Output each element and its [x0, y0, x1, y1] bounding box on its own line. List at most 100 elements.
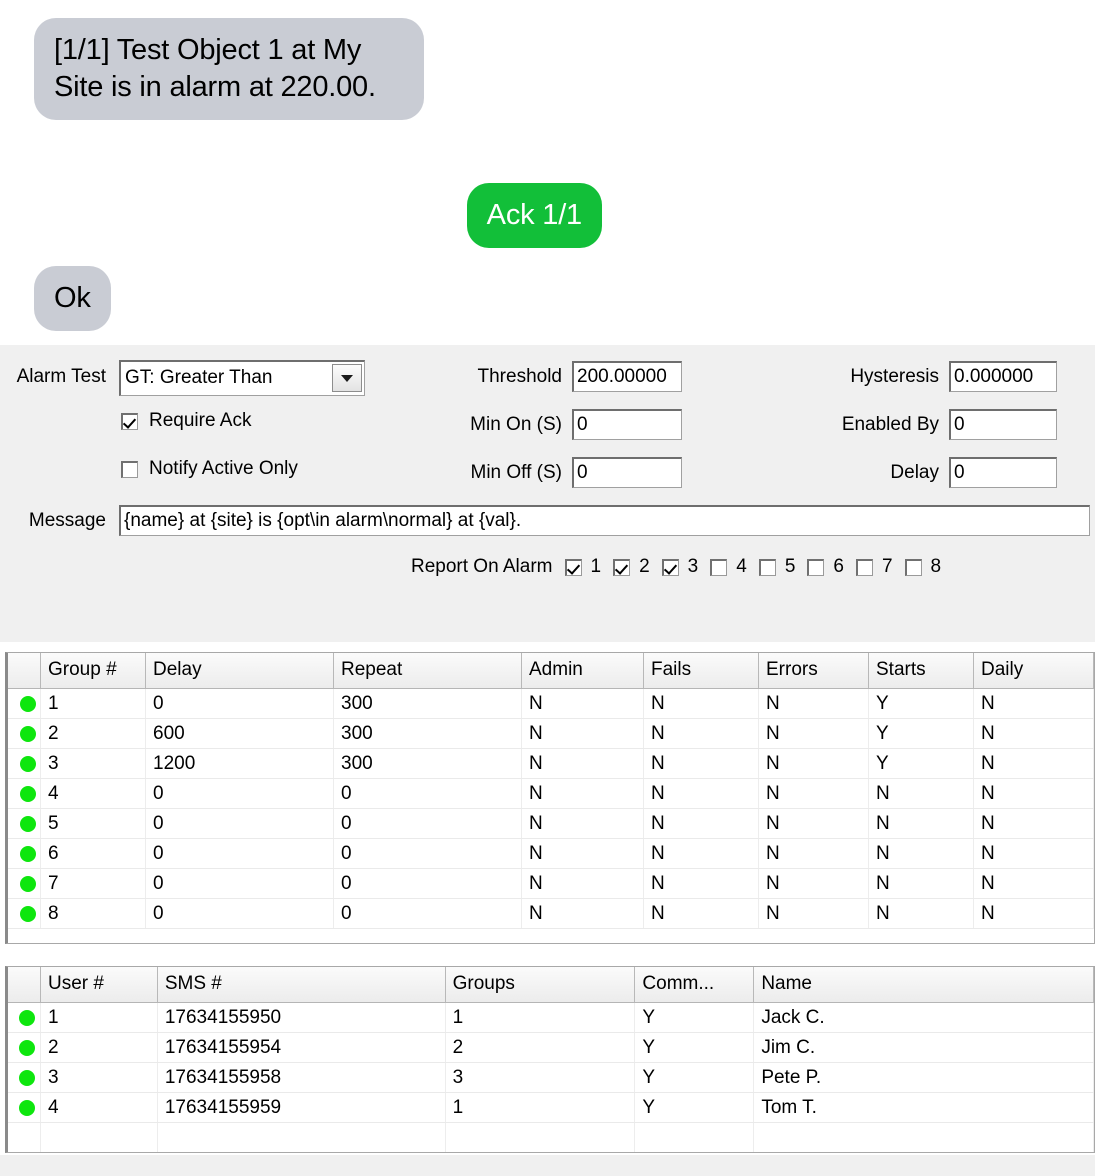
groups-table-row[interactable]: 800NNNNN: [8, 899, 1094, 929]
users-table-row[interactable]: 1 17634155950 1 Y Jack C.: [8, 1003, 1094, 1033]
row-status-cell: [8, 809, 41, 838]
cell-group: 6: [41, 839, 146, 868]
cell-repeat: 0: [334, 779, 522, 808]
report-checkbox-5-box[interactable]: [758, 558, 776, 576]
message-input[interactable]: {name} at {site} is {opt\in alarm\normal…: [119, 505, 1090, 536]
users-table[interactable]: User # SMS # Groups Comm... Name 1 1763415595…: [5, 966, 1095, 1153]
notify-active-only-label: Notify Active Only: [149, 458, 298, 479]
report-on-alarm-checkbox-1[interactable]: 1: [564, 556, 601, 578]
status-column-header: [8, 653, 41, 688]
report-checkbox-3-box[interactable]: [661, 558, 679, 576]
users-table-row[interactable]: 3 17634155958 3 Y Pete P.: [8, 1063, 1094, 1093]
report-checkbox-8-label: 8: [930, 556, 942, 577]
require-ack-checkbox-row[interactable]: Require Ack: [121, 410, 251, 432]
groups-table-row[interactable]: 500NNNNN: [8, 809, 1094, 839]
cell-fails: N: [644, 719, 759, 748]
cell-starts: Y: [869, 689, 974, 718]
report-on-alarm-checkbox-7[interactable]: 7: [855, 556, 893, 578]
cell-fails: N: [644, 839, 759, 868]
users-table-row[interactable]: 4 17634155959 1 Y Tom T.: [8, 1093, 1094, 1123]
column-header-user[interactable]: User #: [40, 967, 158, 1002]
cell-daily: N: [974, 689, 1094, 718]
column-header-delay[interactable]: Delay: [146, 653, 334, 688]
cell-name: [754, 1123, 1094, 1152]
cell-sms: 17634155959: [158, 1093, 446, 1122]
bottom-strip: [0, 1155, 1095, 1176]
column-header-daily[interactable]: Daily: [974, 653, 1094, 688]
cell-errors: N: [759, 869, 869, 898]
message-label: Message: [28, 510, 106, 531]
users-table-row[interactable]: 2 17634155954 2 Y Jim C.: [8, 1033, 1094, 1063]
row-status-cell: [8, 1063, 41, 1092]
status-dot-icon: [19, 785, 36, 802]
cell-repeat: 300: [334, 719, 522, 748]
chevron-down-icon[interactable]: [332, 364, 362, 392]
row-status-cell: [8, 689, 41, 718]
column-header-name[interactable]: Name: [754, 967, 1094, 1002]
row-status-cell: [8, 1093, 41, 1122]
cell-group: 5: [41, 809, 146, 838]
report-checkbox-1-box[interactable]: [564, 558, 582, 576]
notify-active-only-checkbox-row[interactable]: Notify Active Only: [121, 458, 298, 480]
report-checkbox-7-box[interactable]: [855, 558, 873, 576]
cell-daily: N: [974, 839, 1094, 868]
report-on-alarm-checkbox-8[interactable]: 8: [904, 556, 942, 578]
column-header-errors[interactable]: Errors: [759, 653, 869, 688]
status-dot-icon: [19, 695, 36, 712]
hysteresis-input[interactable]: 0.000000: [949, 361, 1057, 392]
groups-table[interactable]: Group # Delay Repeat Admin Fails Errors Starts…: [5, 652, 1095, 944]
min-on-input[interactable]: 0: [572, 409, 682, 440]
groups-table-row[interactable]: 400NNNNN: [8, 779, 1094, 809]
cell-fails: N: [644, 899, 759, 928]
column-header-comm[interactable]: Comm...: [635, 967, 755, 1002]
users-table-row[interactable]: [8, 1123, 1094, 1152]
report-on-alarm-checkbox-2[interactable]: 2: [613, 556, 650, 578]
groups-table-row[interactable]: 2 600 300 N N N Y N: [8, 719, 1094, 749]
column-header-groups[interactable]: Groups: [445, 967, 636, 1002]
require-ack-checkbox[interactable]: [121, 412, 138, 430]
column-header-sms[interactable]: SMS #: [157, 967, 446, 1002]
delay-input[interactable]: 0: [949, 457, 1057, 488]
cell-name: Jack C.: [754, 1003, 1094, 1032]
cell-group: 2: [41, 719, 146, 748]
report-on-alarm-checkbox-6[interactable]: 6: [807, 556, 844, 578]
status-dot-icon: [19, 725, 36, 742]
row-status-cell: [8, 869, 41, 898]
report-on-alarm-checkbox-4[interactable]: 4: [710, 556, 747, 578]
cell-errors: N: [759, 689, 869, 718]
alarm-test-select[interactable]: GT: Greater Than: [119, 360, 365, 396]
groups-table-row[interactable]: 600NNNNN: [8, 839, 1094, 869]
column-header-repeat[interactable]: Repeat: [334, 653, 522, 688]
cell-group: 7: [41, 869, 146, 898]
cell-repeat: 300: [334, 689, 522, 718]
report-on-alarm-checkbox-5[interactable]: 5: [758, 556, 795, 578]
cell-admin: N: [522, 809, 644, 838]
min-on-label: Min On (S): [470, 414, 562, 435]
column-header-fails[interactable]: Fails: [644, 653, 759, 688]
column-header-group[interactable]: Group #: [41, 653, 146, 688]
cell-groups: 3: [446, 1063, 636, 1092]
groups-table-row[interactable]: 3 1200 300 N N N Y N: [8, 749, 1094, 779]
report-checkbox-6-box[interactable]: [807, 558, 825, 576]
row-status-cell: [8, 1123, 41, 1152]
alarm-test-label: Alarm Test: [16, 366, 106, 387]
threshold-input[interactable]: 200.00000: [572, 361, 682, 392]
report-on-alarm-checkbox-3[interactable]: 3: [661, 556, 698, 578]
report-checkbox-4-box[interactable]: [710, 558, 728, 576]
cell-errors: N: [759, 809, 869, 838]
notify-active-only-checkbox[interactable]: [121, 460, 138, 478]
groups-table-body[interactable]: 1 0 300 N N N Y N 2 600 300 N N N Y N 3 1200 300 N N N Y N 4 0 0 N N…: [8, 689, 1094, 929]
column-header-admin[interactable]: Admin: [522, 653, 644, 688]
column-header-starts[interactable]: Starts: [869, 653, 974, 688]
enabled-by-input[interactable]: 0: [949, 409, 1057, 440]
report-checkbox-8-box[interactable]: [904, 558, 922, 576]
cell-name: Tom T.: [754, 1093, 1094, 1122]
users-table-body[interactable]: 1 17634155950 1 Y Jack C. 2 17634155954 2 Y Jim C…: [8, 1003, 1094, 1152]
cell-comm: [635, 1123, 755, 1152]
sms-bubble-ack: Ack 1/1: [466, 183, 602, 249]
report-checkbox-2-box[interactable]: [613, 558, 631, 576]
cell-admin: N: [522, 839, 644, 868]
min-off-input[interactable]: 0: [572, 457, 682, 488]
groups-table-row[interactable]: 1 0 300 N N N Y N: [8, 689, 1094, 719]
groups-table-row[interactable]: 700NNNNN: [8, 869, 1094, 899]
